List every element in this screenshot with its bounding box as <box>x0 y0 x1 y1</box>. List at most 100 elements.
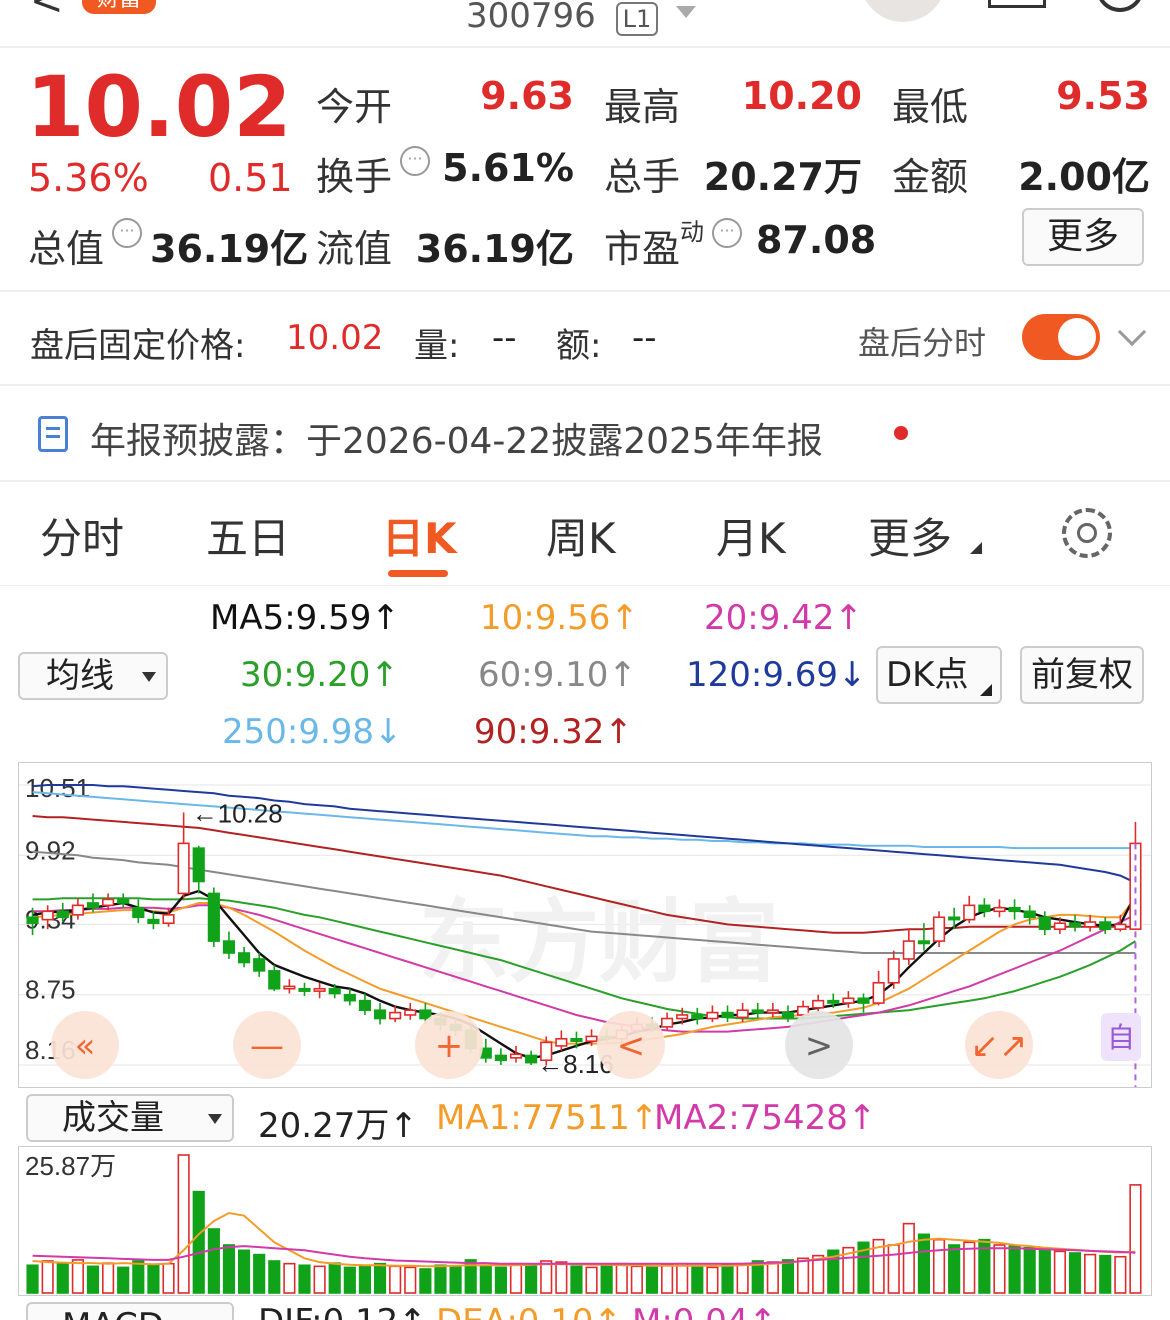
adjust-button[interactable]: 前复权 <box>1020 646 1144 704</box>
volume-bar <box>721 1264 734 1294</box>
candle-body <box>993 906 1006 913</box>
volume-bar <box>434 1264 447 1294</box>
document-icon <box>38 416 68 452</box>
y-tick-label: 10.51 <box>25 773 90 803</box>
volume-bar <box>343 1266 356 1294</box>
candle-body <box>283 985 296 990</box>
candle-body <box>86 902 100 909</box>
settings-gear-icon[interactable] <box>1062 508 1112 558</box>
y-tick-label: 8.75 <box>25 975 76 1005</box>
volume-ma2-readout: MA2:75428↑ <box>654 1098 877 1138</box>
volume-bar <box>162 1262 175 1294</box>
volume-bar <box>373 1262 387 1294</box>
more-button[interactable]: 更多 <box>1022 208 1144 266</box>
volume-label: 总手 <box>604 155 681 199</box>
candle-body <box>1068 922 1082 928</box>
tab-intraday[interactable]: 分时 <box>40 505 124 566</box>
candle-body <box>887 958 900 984</box>
volume-bar <box>509 1262 523 1294</box>
chevron-down-icon[interactable] <box>1117 317 1147 347</box>
candle-body <box>358 999 372 1011</box>
macd-selector[interactable]: MACD <box>26 1302 234 1320</box>
info-dots-icon[interactable]: ··· <box>712 218 742 248</box>
volume-bar <box>41 1260 54 1294</box>
volume-bar <box>1084 1253 1097 1294</box>
volume-bar <box>540 1260 553 1294</box>
volume-bar <box>132 1260 145 1294</box>
tab-weekly-k[interactable]: 周K <box>546 505 616 566</box>
volume-bar <box>917 1233 931 1294</box>
last-price: 10.02 <box>26 58 292 156</box>
volume-bar <box>1038 1249 1051 1294</box>
candle-body <box>1114 923 1127 930</box>
mktcap-value: 36.19亿 <box>150 227 309 271</box>
plus-control: + <box>415 1011 483 1079</box>
notice-text[interactable]: 年报预披露：于2026-04-22披露2025年年报 <box>90 412 823 464</box>
level-badge[interactable]: L1 <box>616 2 658 36</box>
volume-bar <box>147 1264 160 1294</box>
volume-bar <box>1129 1184 1142 1294</box>
dk-point-label: DK点 <box>886 655 969 695</box>
notice-dot <box>894 426 908 440</box>
candle-body <box>721 1011 734 1019</box>
ma-selector[interactable]: 均线 <box>18 652 168 700</box>
after-hours-amt-label: 额: <box>556 326 602 366</box>
high-marker: ←10.28 <box>192 798 283 828</box>
macd-dea-readout: DEA:0.10↑ <box>436 1302 622 1320</box>
tab-monthly-k[interactable]: 月K <box>716 505 786 566</box>
candle-body <box>766 1009 779 1014</box>
candle-body <box>298 987 311 992</box>
volume-bar <box>706 1266 719 1294</box>
caret-down-icon[interactable] <box>676 6 696 18</box>
volume-bar <box>812 1254 825 1294</box>
volume-bar <box>328 1262 341 1294</box>
amount-value: 2.00亿 <box>1018 155 1150 199</box>
tab-daily-k[interactable]: 日K <box>382 505 457 566</box>
turnover-value: 5.61% <box>442 146 574 190</box>
minus-control: — <box>233 1011 301 1079</box>
avatar[interactable] <box>860 0 946 22</box>
info-dots-icon[interactable]: ··· <box>112 218 142 248</box>
dk-point-button[interactable]: DK点 <box>876 646 1002 704</box>
candle-body <box>902 940 915 960</box>
candle-body <box>192 847 205 883</box>
prev-control: < <box>597 1011 665 1079</box>
fortune-badge: 财富 <box>82 0 156 14</box>
candle-body <box>268 970 281 990</box>
candle-body <box>676 1014 689 1020</box>
volume-chart[interactable]: 25.87万 <box>18 1146 1152 1296</box>
volume-bar <box>661 1264 674 1294</box>
info-dots-icon[interactable]: ··· <box>400 146 430 176</box>
candle-body <box>41 910 54 921</box>
volume-bar <box>525 1264 538 1294</box>
after-hours-price: 10.02 <box>286 318 384 358</box>
tab-five-day[interactable]: 五日 <box>206 505 290 566</box>
ma60-readout: 60:9.10↑ <box>478 655 637 695</box>
kline-chart[interactable]: 10.519.929.348.758.16东方财富←10.28←8.16«—+<… <box>18 762 1152 1088</box>
candle-body <box>1023 910 1036 919</box>
candle-body <box>872 981 885 1004</box>
after-hours-toggle[interactable] <box>1022 314 1100 360</box>
volume-bar <box>237 1249 251 1294</box>
search-icon[interactable] <box>1096 0 1144 12</box>
plus-control-icon: + <box>435 1026 464 1066</box>
candle-body <box>948 916 961 921</box>
tab-more[interactable]: 更多 <box>868 505 952 566</box>
auto-button: 自 <box>1107 1021 1135 1054</box>
volume-bar <box>298 1264 311 1294</box>
candle-body <box>736 1009 749 1019</box>
back-icon[interactable]: < <box>30 0 64 24</box>
candle-body <box>71 904 84 916</box>
float-value: 36.19亿 <box>415 227 574 271</box>
candle-body <box>102 898 115 907</box>
volume-bar <box>630 1265 643 1294</box>
volume-selector[interactable]: 成交量 <box>26 1094 234 1142</box>
ma20-readout: 20:9.42↑ <box>704 598 863 638</box>
after-hours-toggle-label: 盘后分时 <box>858 324 987 362</box>
candle-body <box>147 918 160 925</box>
volume-bar <box>358 1264 372 1294</box>
chat-icon[interactable] <box>988 0 1046 8</box>
volume-bar <box>600 1264 613 1294</box>
candle-body <box>494 1054 507 1062</box>
zoom-out-left-control-icon: « <box>75 1026 96 1066</box>
